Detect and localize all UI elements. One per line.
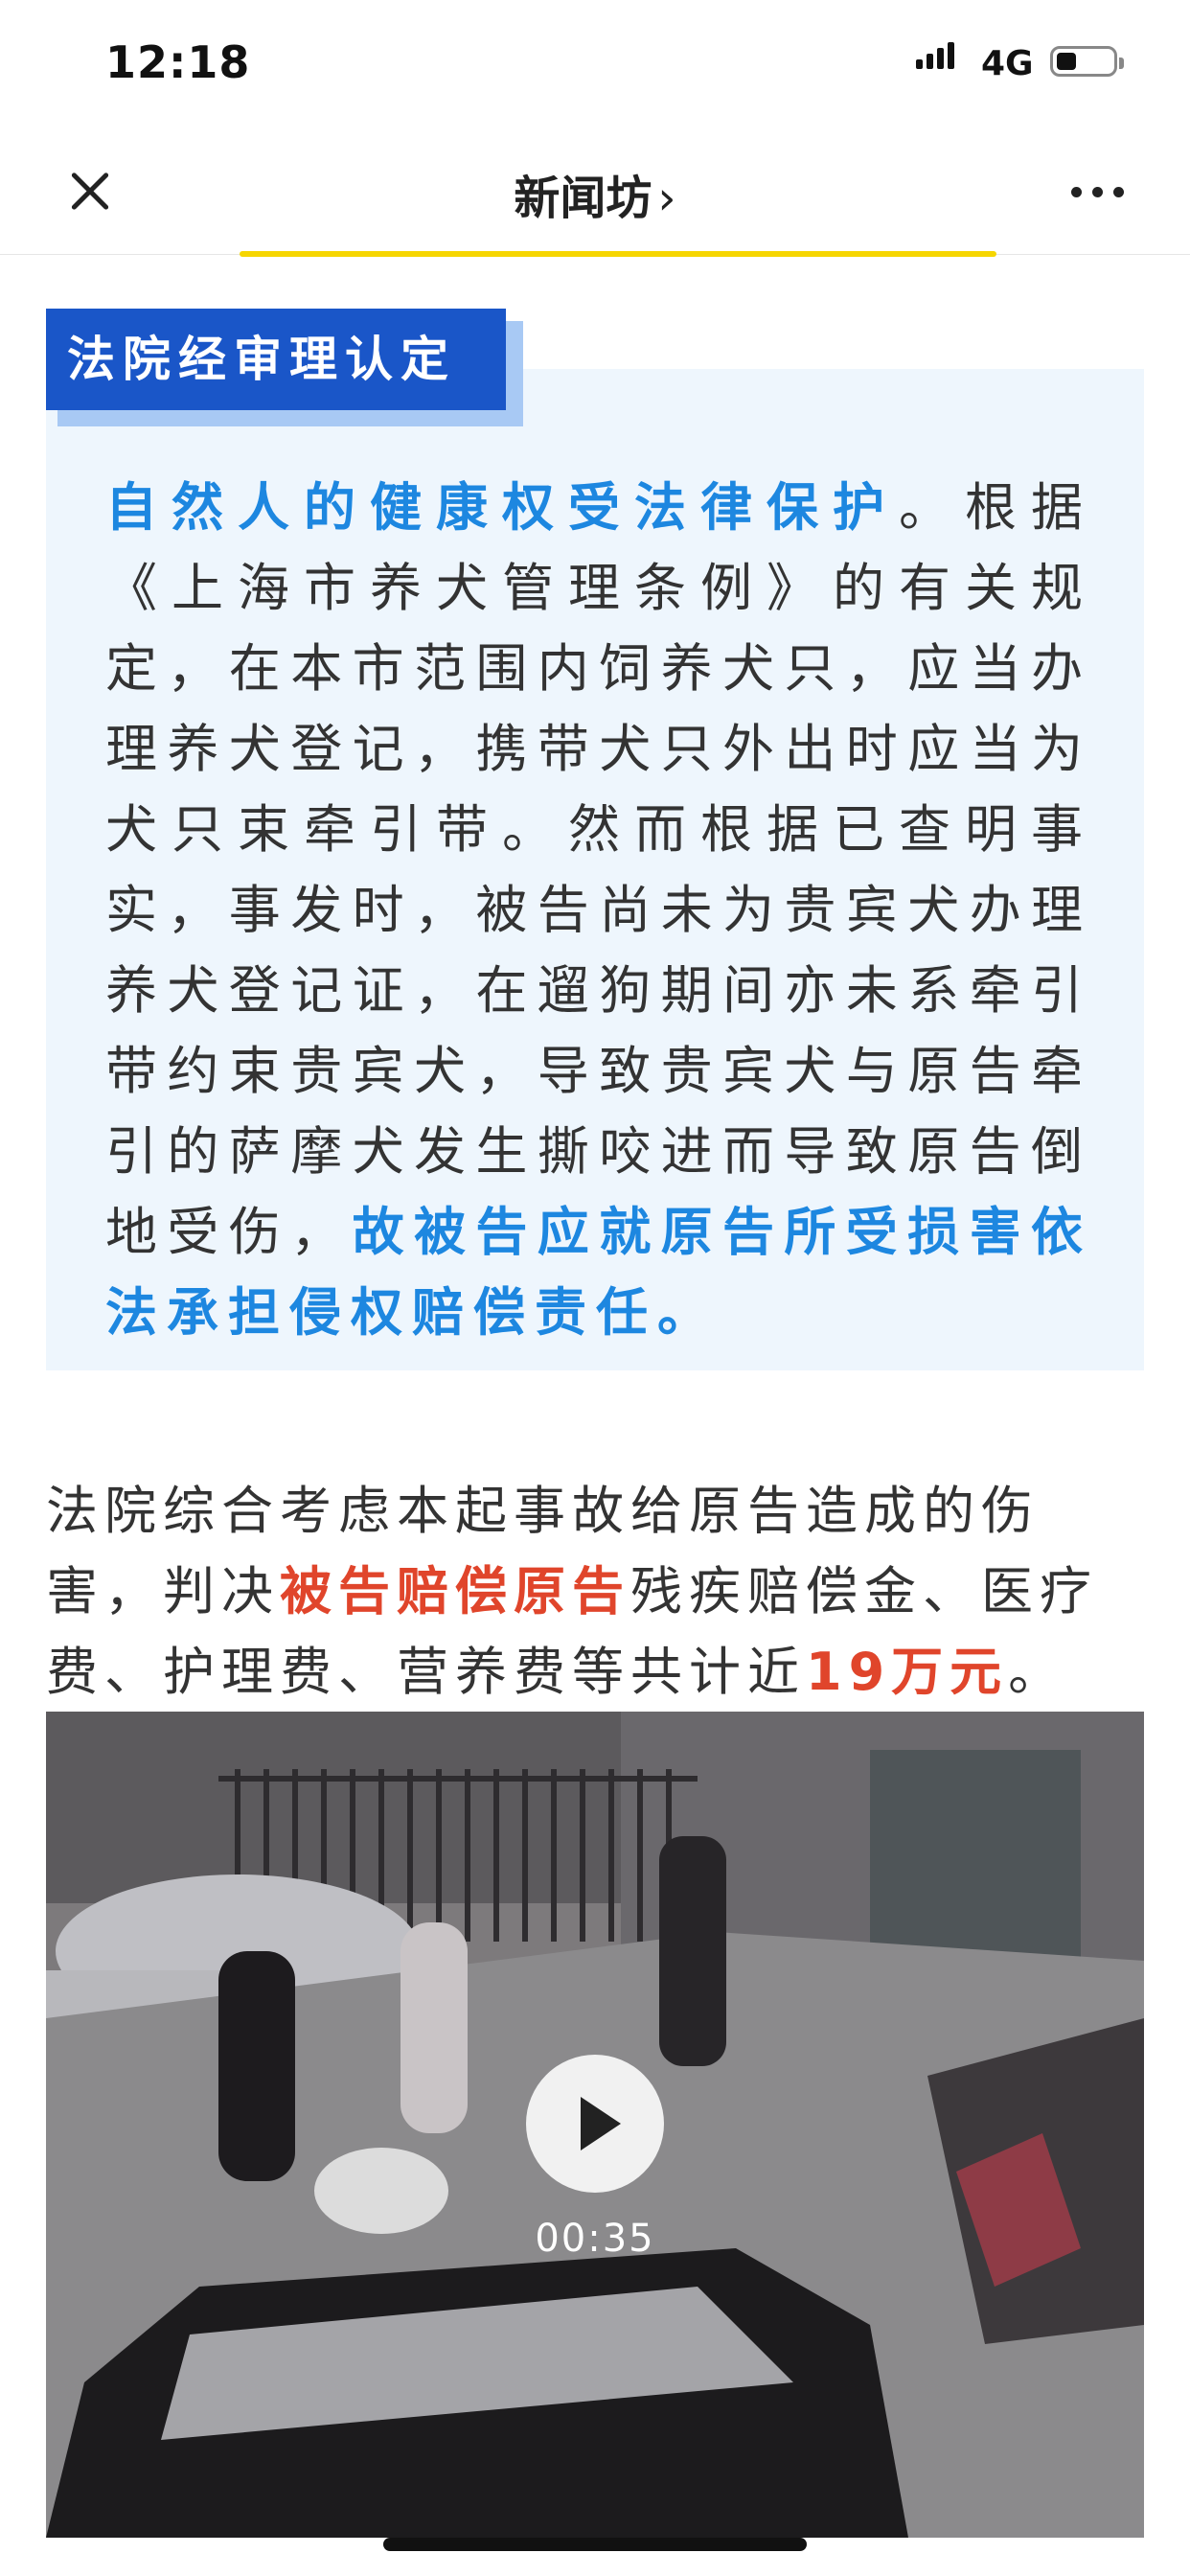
tab-underline bbox=[240, 251, 996, 257]
status-time: 12:18 bbox=[105, 36, 251, 88]
section-paragraph: 自然人的健康权受法律保护。根据《上海市养犬管理条例》的有关规定，在本市范围内饲养… bbox=[105, 468, 1092, 1353]
highlight-text: 自然人的健康权受法律保护 bbox=[105, 477, 899, 538]
nav-title[interactable]: 新闻坊 › bbox=[0, 160, 1190, 227]
nav-title-text: 新闻坊 bbox=[514, 172, 652, 225]
video-duration: 00:35 bbox=[535, 2217, 655, 2261]
home-indicator bbox=[383, 2538, 807, 2551]
section-label: 法院经审理认定 bbox=[46, 309, 506, 410]
paragraph-body: 。根据《上海市养犬管理条例》的有关规定，在本市范围内饲养犬只，应当办理养犬登记，… bbox=[105, 477, 1092, 1262]
judgment-paragraph: 法院综合考虑本起事故给原告造成的伤害，判决被告赔偿原告残疾赔偿金、医疗费、护理费… bbox=[46, 1471, 1148, 1713]
judgment-text: 。 bbox=[1008, 1642, 1067, 1702]
battery-icon bbox=[1050, 46, 1124, 77]
nav-bar: 新闻坊 › bbox=[0, 129, 1190, 255]
chevron-right-icon: › bbox=[657, 172, 676, 225]
status-bar: 12:18 4G bbox=[0, 0, 1190, 129]
network-type: 4G bbox=[981, 44, 1034, 83]
judgment-highlight: 被告赔偿原告 bbox=[280, 1561, 630, 1622]
more-icon[interactable] bbox=[1071, 187, 1125, 200]
judgment-amount: 19万元 bbox=[806, 1642, 1009, 1702]
play-icon[interactable] bbox=[526, 2055, 664, 2193]
